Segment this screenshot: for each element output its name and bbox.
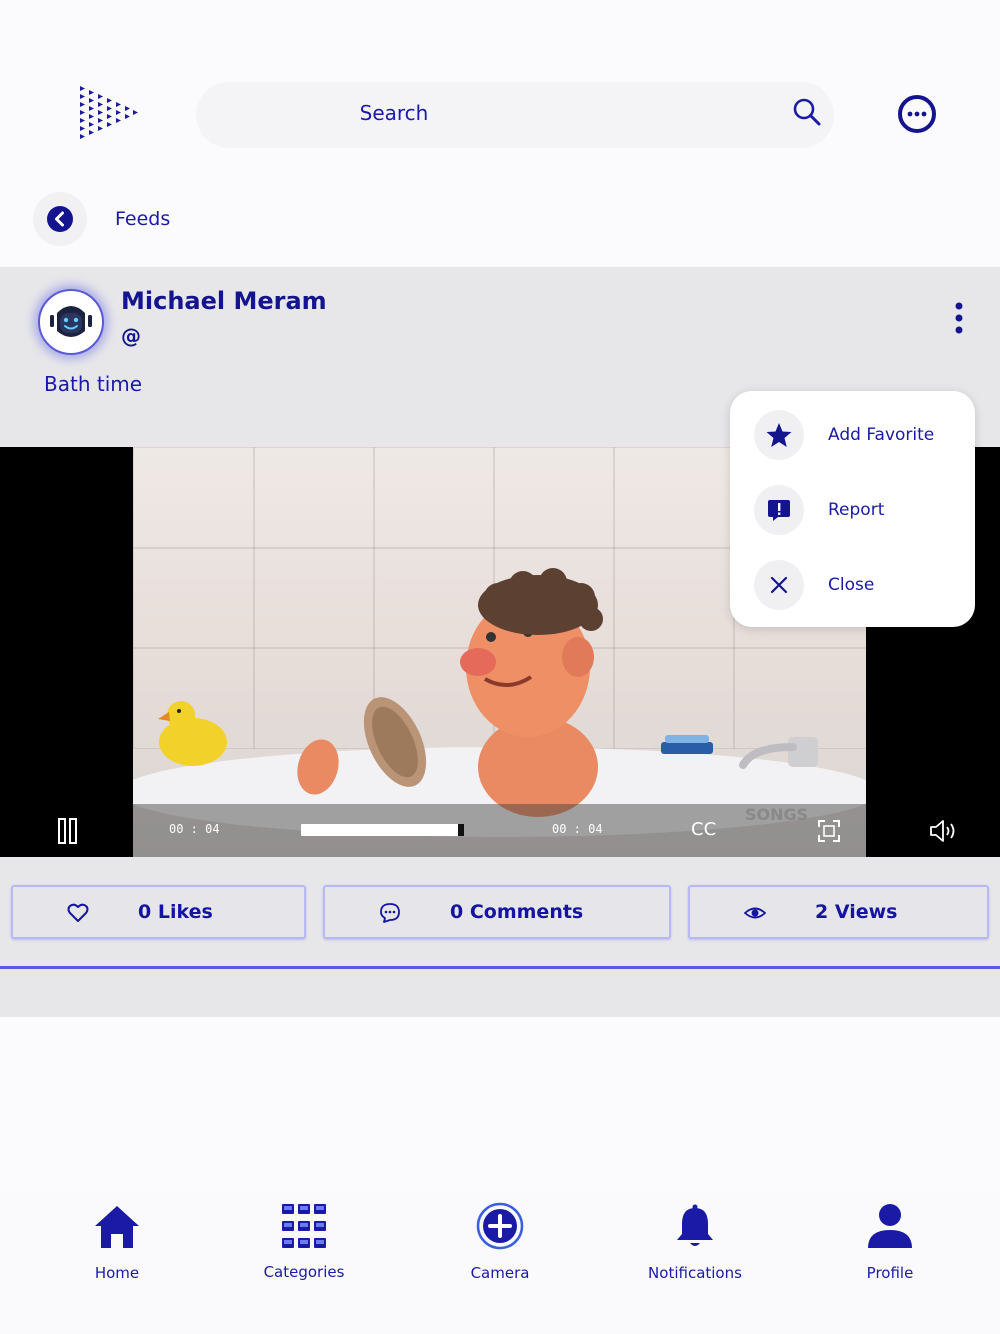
author-name[interactable]: Michael Meram bbox=[121, 284, 327, 318]
fullscreen-icon[interactable] bbox=[817, 819, 841, 843]
plus-circle-icon bbox=[476, 1202, 524, 1250]
app-logo[interactable] bbox=[78, 84, 140, 142]
more-vertical-icon[interactable] bbox=[948, 300, 970, 336]
menu-item-label: Close bbox=[828, 575, 875, 595]
tab-label: Profile bbox=[866, 1264, 914, 1282]
tab-camera[interactable]: Camera bbox=[440, 1190, 560, 1300]
likes-button[interactable]: 0 Likes bbox=[11, 885, 306, 939]
volume-icon[interactable] bbox=[929, 819, 959, 843]
video-controls bbox=[133, 804, 866, 857]
comments-count: 0 Comments bbox=[450, 901, 584, 923]
robot-avatar-icon bbox=[50, 306, 92, 337]
tab-profile[interactable]: Profile bbox=[830, 1190, 950, 1300]
divider bbox=[0, 966, 1000, 969]
post-caption: Bath time bbox=[44, 372, 143, 396]
back-label[interactable]: Feeds bbox=[115, 205, 170, 233]
menu-item-label: Add Favorite bbox=[828, 425, 935, 445]
post-options-menu: Add Favorite Report Close bbox=[730, 391, 975, 627]
tab-home[interactable]: Home bbox=[57, 1190, 177, 1300]
close-icon bbox=[770, 576, 788, 594]
tab-label: Home bbox=[94, 1264, 140, 1282]
tab-label: Camera bbox=[470, 1264, 530, 1282]
heart-icon bbox=[67, 903, 89, 922]
tab-categories[interactable]: Categories bbox=[244, 1190, 364, 1300]
author-handle[interactable]: @ bbox=[121, 322, 141, 350]
cc-button[interactable]: CC bbox=[691, 819, 716, 840]
person-icon bbox=[868, 1204, 912, 1248]
grid-icon bbox=[282, 1204, 326, 1248]
avatar[interactable] bbox=[38, 289, 104, 355]
views-count: 2 Views bbox=[815, 901, 898, 923]
search-icon[interactable] bbox=[792, 97, 822, 127]
menu-item-label: Report bbox=[828, 500, 885, 520]
tab-label: Categories bbox=[263, 1263, 345, 1281]
likes-count: 0 Likes bbox=[138, 901, 213, 923]
menu-item-report[interactable]: Report bbox=[754, 485, 974, 537]
comments-button[interactable]: 0 Comments bbox=[323, 885, 671, 939]
tab-label: Notifications bbox=[648, 1264, 742, 1282]
bell-icon bbox=[677, 1204, 713, 1246]
tab-notifications[interactable]: Notifications bbox=[635, 1190, 755, 1300]
logo-icon bbox=[80, 86, 138, 139]
pause-icon[interactable] bbox=[57, 817, 79, 845]
star-icon bbox=[766, 423, 792, 447]
report-icon bbox=[768, 500, 790, 521]
menu-item-add-favorite[interactable]: Add Favorite bbox=[754, 410, 974, 462]
search-input[interactable]: Search bbox=[196, 82, 592, 148]
search-bar[interactable]: Search bbox=[196, 82, 834, 148]
comment-icon bbox=[380, 903, 400, 923]
chevron-left-icon bbox=[47, 206, 73, 232]
menu-item-close[interactable]: Close bbox=[754, 560, 974, 612]
duration-time: 00 : 04 bbox=[552, 822, 603, 836]
eye-icon bbox=[744, 907, 766, 919]
back-button[interactable] bbox=[33, 192, 87, 246]
elapsed-time: 00 : 04 bbox=[169, 822, 220, 836]
home-icon bbox=[95, 1206, 139, 1248]
progress-knob[interactable] bbox=[458, 824, 464, 836]
views-button[interactable]: 2 Views bbox=[688, 885, 989, 939]
progress-bar[interactable] bbox=[301, 824, 464, 836]
chat-bubble-icon[interactable] bbox=[896, 93, 938, 135]
bottom-tab-bar: Home Categories Camera Notifications Pro… bbox=[0, 1190, 1000, 1334]
